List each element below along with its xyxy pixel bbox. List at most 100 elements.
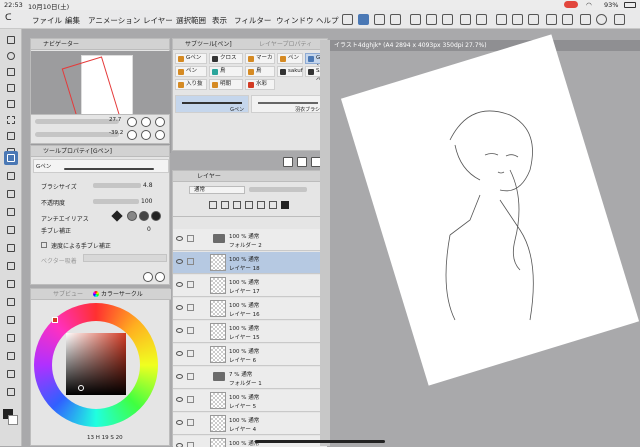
transform-icon[interactable]: [562, 14, 573, 25]
frame-tool-icon[interactable]: [4, 313, 18, 327]
menu-file[interactable]: ファイル: [32, 15, 62, 26]
layer-lock-checkbox[interactable]: [187, 350, 194, 357]
crop-icon[interactable]: [546, 14, 557, 25]
visibility-eye-icon[interactable]: [176, 374, 183, 379]
fill-tool-icon[interactable]: [4, 259, 18, 273]
menu-help[interactable]: ヘルプ: [316, 15, 339, 26]
layer-lock-checkbox[interactable]: [187, 258, 194, 265]
pencil-tool-icon[interactable]: [4, 169, 18, 183]
subtool-sakuf[interactable]: sakuf: [277, 66, 303, 77]
subtool-cross[interactable]: クロス: [209, 53, 243, 64]
subtool-bird-1[interactable]: 鳥: [209, 66, 243, 77]
visibility-eye-icon[interactable]: [176, 236, 183, 241]
layer-row[interactable]: 100 % 通常 レイヤー 18: [173, 252, 327, 274]
document-tab[interactable]: イラスト4dghjk* (A4 2894 x 4093px 350dpi 27.…: [330, 40, 640, 51]
undo-icon[interactable]: [460, 14, 471, 25]
layer-row[interactable]: 100 % 通常 レイヤー 16: [173, 298, 327, 320]
rotate-right-icon[interactable]: [141, 130, 151, 140]
layer-lock-checkbox[interactable]: [187, 419, 194, 426]
open-file-icon[interactable]: [426, 14, 437, 25]
layer-row[interactable]: 100 % 通常 レイヤー 17: [173, 275, 327, 297]
balloon-tool-icon[interactable]: [4, 367, 18, 381]
correct-line-tool-icon[interactable]: [4, 385, 18, 399]
tool-property-settings-icon[interactable]: [143, 272, 153, 282]
panel-dock-divider[interactable]: [320, 40, 330, 446]
hand-mode-icon[interactable]: [374, 14, 385, 25]
layer-lock-checkbox[interactable]: [187, 396, 194, 403]
tab-layer-property[interactable]: レイヤープロパティ: [259, 39, 312, 50]
menu-view[interactable]: 表示: [212, 15, 227, 26]
speed-stabilization-checkbox[interactable]: [41, 242, 47, 248]
layer-lock-checkbox[interactable]: [187, 235, 194, 242]
mask-icon[interactable]: [257, 201, 265, 209]
gradient-tool-icon[interactable]: [4, 277, 18, 291]
tab-color-circle[interactable]: カラーサークル: [101, 289, 143, 300]
subtool-gpen-1[interactable]: Gペン: [175, 53, 207, 64]
camera-icon[interactable]: [390, 14, 401, 25]
subtool-iri-nuki[interactable]: 入り抜: [175, 79, 207, 90]
auto-select-tool-icon[interactable]: [4, 129, 18, 143]
blend-tool-icon[interactable]: [4, 241, 18, 255]
hue-cursor[interactable]: [52, 317, 58, 323]
zoom-out-icon[interactable]: [127, 117, 137, 127]
brush-tool-icon[interactable]: [4, 187, 18, 201]
brush-size-slider[interactable]: [93, 183, 141, 188]
app-logo-icon[interactable]: ᑕ: [5, 13, 12, 23]
subtool-mincho[interactable]: 明朝: [209, 79, 243, 90]
selection-tool-icon[interactable]: [4, 113, 18, 127]
canvas-paper[interactable]: [340, 34, 640, 386]
zoom-tool-icon[interactable]: [4, 49, 18, 63]
visibility-eye-icon[interactable]: [176, 282, 183, 287]
menu-animation[interactable]: アニメーション: [88, 15, 140, 26]
menu-selection[interactable]: 選択範囲: [176, 15, 206, 26]
line-ruler-icon[interactable]: [580, 14, 591, 25]
selection-clear-icon[interactable]: [512, 14, 523, 25]
move-tool-icon[interactable]: [4, 65, 18, 79]
subtool-marker[interactable]: マーカ: [245, 53, 275, 64]
antialias-mid-icon[interactable]: [139, 211, 149, 221]
brush-sample-hagoromo[interactable]: 羽衣ブラシ: [251, 95, 325, 113]
brush-sample-gpen[interactable]: Gペン: [175, 95, 249, 113]
hide-panels-icon[interactable]: [614, 14, 625, 25]
layer-row[interactable]: 100 % 通常 レイヤー 15: [173, 321, 327, 343]
layer-folder-row[interactable]: 7 % 通常 フォルダー 1: [173, 367, 327, 389]
rotate-slider[interactable]: [35, 132, 119, 137]
flip-icon[interactable]: [155, 130, 165, 140]
subtool-pen-2[interactable]: ペン: [175, 66, 207, 77]
menu-filter[interactable]: フィルター: [234, 15, 271, 26]
layer-row[interactable]: 100 % 通常 レイヤー 4: [173, 413, 327, 435]
operation-tool-icon[interactable]: [4, 81, 18, 95]
lock-icon[interactable]: [233, 201, 241, 209]
navigator-tab[interactable]: ナビゲーター: [31, 39, 169, 50]
visibility-eye-icon[interactable]: [176, 420, 183, 425]
ruler-link-icon[interactable]: [269, 201, 277, 209]
visibility-eye-icon[interactable]: [176, 328, 183, 333]
tab-subview[interactable]: サブビュー: [53, 289, 83, 300]
tab-sub-tool-pen[interactable]: サブツール[ペン]: [185, 39, 232, 50]
new-subtool-icon[interactable]: [283, 157, 293, 167]
menu-layer[interactable]: レイヤー: [143, 15, 173, 26]
fill-icon[interactable]: [528, 14, 539, 25]
menu-window[interactable]: ウィンドウ: [276, 15, 314, 26]
visibility-eye-icon[interactable]: [176, 397, 183, 402]
antialias-weak-icon[interactable]: [127, 211, 137, 221]
layer-color-icon[interactable]: [281, 201, 289, 209]
tool-property-detail-icon[interactable]: [155, 272, 165, 282]
new-file-icon[interactable]: [410, 14, 421, 25]
visibility-eye-icon[interactable]: [176, 351, 183, 356]
menu-edit[interactable]: 編集: [65, 15, 80, 26]
layer-row[interactable]: 100 % 通常 レイヤー 5: [173, 390, 327, 412]
antialias-none-icon[interactable]: [111, 210, 123, 222]
visibility-eye-icon[interactable]: [176, 443, 183, 447]
ellipse-ruler-icon[interactable]: [596, 14, 607, 25]
clear-icon[interactable]: [496, 14, 507, 25]
vector-snap-options[interactable]: [83, 254, 167, 262]
zoom-in-icon[interactable]: [141, 117, 151, 127]
tool-menu-icon[interactable]: [4, 33, 18, 47]
text-tool-icon[interactable]: [4, 349, 18, 363]
layout-icon[interactable]: [342, 14, 353, 25]
hue-ring[interactable]: [34, 303, 158, 427]
reference-layer-icon[interactable]: [221, 201, 229, 209]
layer-lock-checkbox[interactable]: [187, 327, 194, 334]
layer-opacity-slider[interactable]: [249, 187, 307, 192]
